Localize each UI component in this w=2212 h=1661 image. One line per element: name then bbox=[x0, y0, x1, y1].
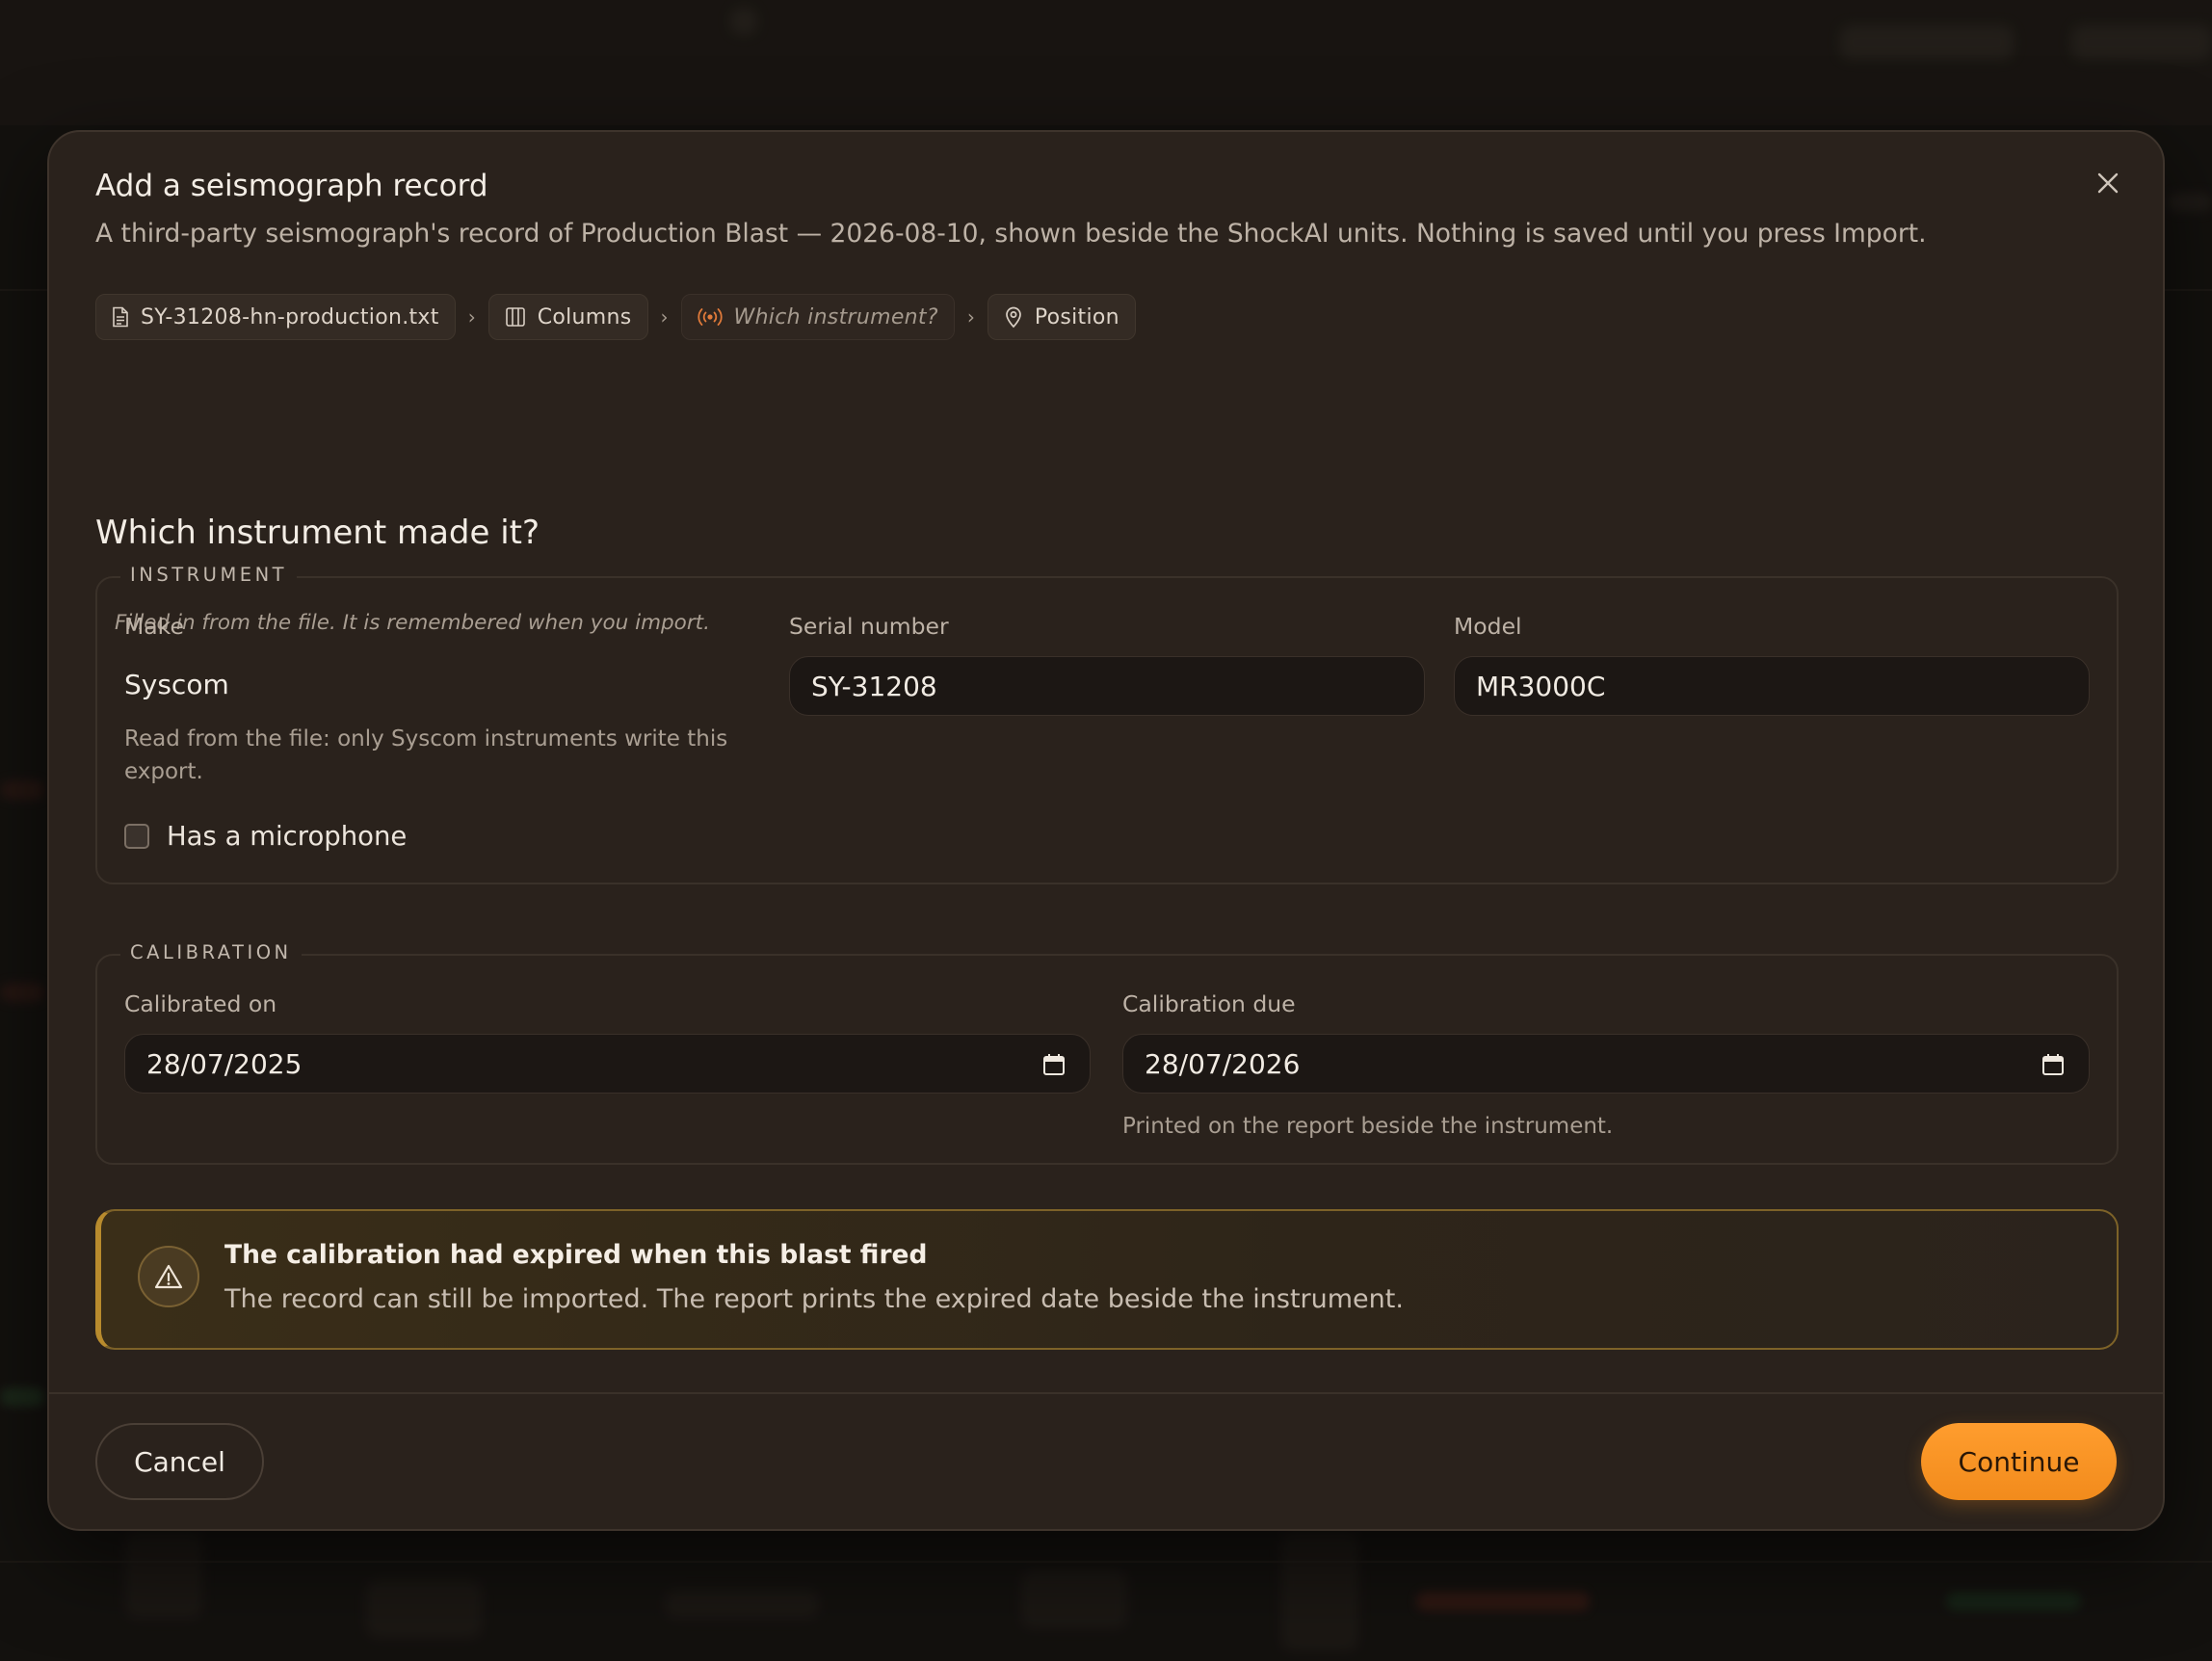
instrument-group: INSTRUMENT Make Syscom Read from the fil… bbox=[95, 564, 2119, 884]
file-icon bbox=[113, 306, 128, 328]
microphone-label: Has a microphone bbox=[167, 821, 408, 852]
model-label: Model bbox=[1454, 613, 1522, 640]
step-separator: › bbox=[660, 305, 669, 329]
warning-icon bbox=[154, 1264, 183, 1289]
calibration-due-date-input[interactable]: 28/07/2026 bbox=[1122, 1034, 2090, 1094]
make-label: Make bbox=[124, 613, 184, 640]
wizard-steps: SY-31208-hn-production.txt › Columns › W… bbox=[95, 294, 1136, 340]
step-file[interactable]: SY-31208-hn-production.txt bbox=[95, 294, 456, 340]
microphone-checkbox-row[interactable]: Has a microphone bbox=[124, 821, 407, 852]
calendar-icon[interactable] bbox=[2041, 1052, 2066, 1077]
make-help: Read from the file: only Syscom instrume… bbox=[124, 726, 728, 784]
continue-button[interactable]: Continue bbox=[1921, 1423, 2117, 1500]
calendar-icon[interactable] bbox=[1041, 1052, 1066, 1077]
step-position[interactable]: Position bbox=[987, 294, 1136, 340]
dialog-title: Add a seismograph record bbox=[95, 169, 488, 203]
footer-divider bbox=[49, 1392, 2163, 1394]
close-button[interactable] bbox=[2084, 159, 2132, 207]
import-seismograph-dialog: Add a seismograph record A third-party s… bbox=[47, 130, 2165, 1531]
calibration-due-value: 28/07/2026 bbox=[1145, 1047, 1301, 1080]
calibrated-on-date-input[interactable]: 28/07/2025 bbox=[124, 1034, 1091, 1094]
serial-number-input[interactable]: SY-31208 bbox=[789, 656, 1425, 716]
make-value: Syscom bbox=[124, 669, 229, 700]
cancel-button[interactable]: Cancel bbox=[95, 1423, 264, 1500]
calibration-due-label: Calibration due bbox=[1122, 990, 1296, 1017]
step-columns[interactable]: Columns bbox=[487, 294, 648, 340]
calibration-due-help: Printed on the report beside the instrum… bbox=[1122, 1114, 1614, 1139]
step-label: Columns bbox=[537, 304, 632, 330]
step-label: Position bbox=[1034, 304, 1119, 330]
instrument-legend: INSTRUMENT bbox=[120, 564, 298, 586]
section-heading: Which instrument made it? bbox=[95, 514, 540, 552]
step-separator: › bbox=[966, 305, 975, 329]
alert-body: The record can still be imported. The re… bbox=[224, 1284, 1404, 1314]
calibrated-on-label: Calibrated on bbox=[124, 990, 277, 1017]
map-pin-icon bbox=[1005, 306, 1021, 329]
close-icon bbox=[2097, 172, 2119, 194]
step-instrument[interactable]: Which instrument? bbox=[680, 294, 955, 340]
calibration-legend: CALIBRATION bbox=[120, 941, 302, 963]
step-separator: › bbox=[467, 305, 476, 329]
serial-label: Serial number bbox=[789, 613, 949, 640]
model-input[interactable]: MR3000C bbox=[1454, 656, 2090, 716]
dialog-subtitle: A third-party seismograph's record of Pr… bbox=[95, 219, 1927, 249]
signal-icon bbox=[697, 308, 723, 326]
alert-title: The calibration had expired when this bl… bbox=[224, 1240, 928, 1270]
step-label: Which instrument? bbox=[733, 304, 938, 330]
calibrated-on-value: 28/07/2025 bbox=[146, 1047, 303, 1080]
calibration-expired-alert: The calibration had expired when this bl… bbox=[95, 1209, 2119, 1350]
step-label: SY-31208-hn-production.txt bbox=[141, 304, 439, 330]
calibration-group: CALIBRATION Calibrated on 28/07/2025 Cal… bbox=[95, 941, 2119, 1165]
columns-icon bbox=[505, 307, 525, 327]
microphone-checkbox[interactable] bbox=[124, 824, 149, 849]
